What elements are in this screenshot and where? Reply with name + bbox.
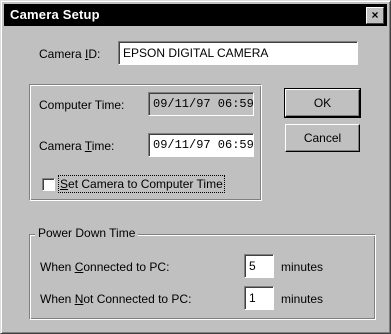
connected-label-part: When [40,260,75,274]
camera-id-label-part: Camera [39,47,86,61]
connected-minutes-input[interactable]: 5 [244,254,274,278]
computer-time-field: 09/11/97 06:59 [148,92,254,116]
connected-unit-label: minutes [281,260,324,274]
not-connected-label: When Not Connected to PC: [40,292,191,306]
close-icon: × [371,8,379,22]
camera-time-label-part: ime: [91,139,115,153]
not-connected-label-part: ot Connected to PC: [83,292,192,306]
camera-setup-dialog: Camera Setup × Camera ID: EPSON DIGITAL … [0,0,391,334]
cancel-button[interactable]: Cancel [285,124,360,152]
not-connected-minutes-input[interactable]: 1 [244,286,274,310]
camera-id-label: Camera ID: [39,47,100,61]
sync-time-checkbox[interactable] [42,178,55,191]
connected-label-part: onnected to PC: [83,260,170,274]
power-down-group-title: Power Down Time [35,226,139,240]
title-bar[interactable]: Camera Setup × [4,4,387,26]
camera-id-input[interactable]: EPSON DIGITAL CAMERA [118,41,358,65]
sync-time-label-part: et Camera to Computer Time [68,177,223,191]
camera-id-label-part: D: [88,47,101,61]
power-down-group [29,234,376,320]
ok-button[interactable]: OK [284,88,361,118]
camera-time-label: Camera Time: [39,139,114,153]
camera-time-label-part: Camera [39,139,85,153]
dialog-title: Camera Setup [10,7,100,22]
sync-time-label[interactable]: Set Camera to Computer Time [58,175,225,193]
connected-label: When Connected to PC: [40,260,169,274]
camera-time-input[interactable]: 09/11/97 06:59 [148,133,254,157]
computer-time-label: Computer Time: [39,98,125,112]
not-connected-label-part: When [40,292,75,306]
close-button[interactable]: × [366,7,384,24]
sync-time-accel-key: S [60,177,69,191]
camera-time-accel-key: T [84,139,92,153]
not-connected-unit-label: minutes [281,292,324,306]
